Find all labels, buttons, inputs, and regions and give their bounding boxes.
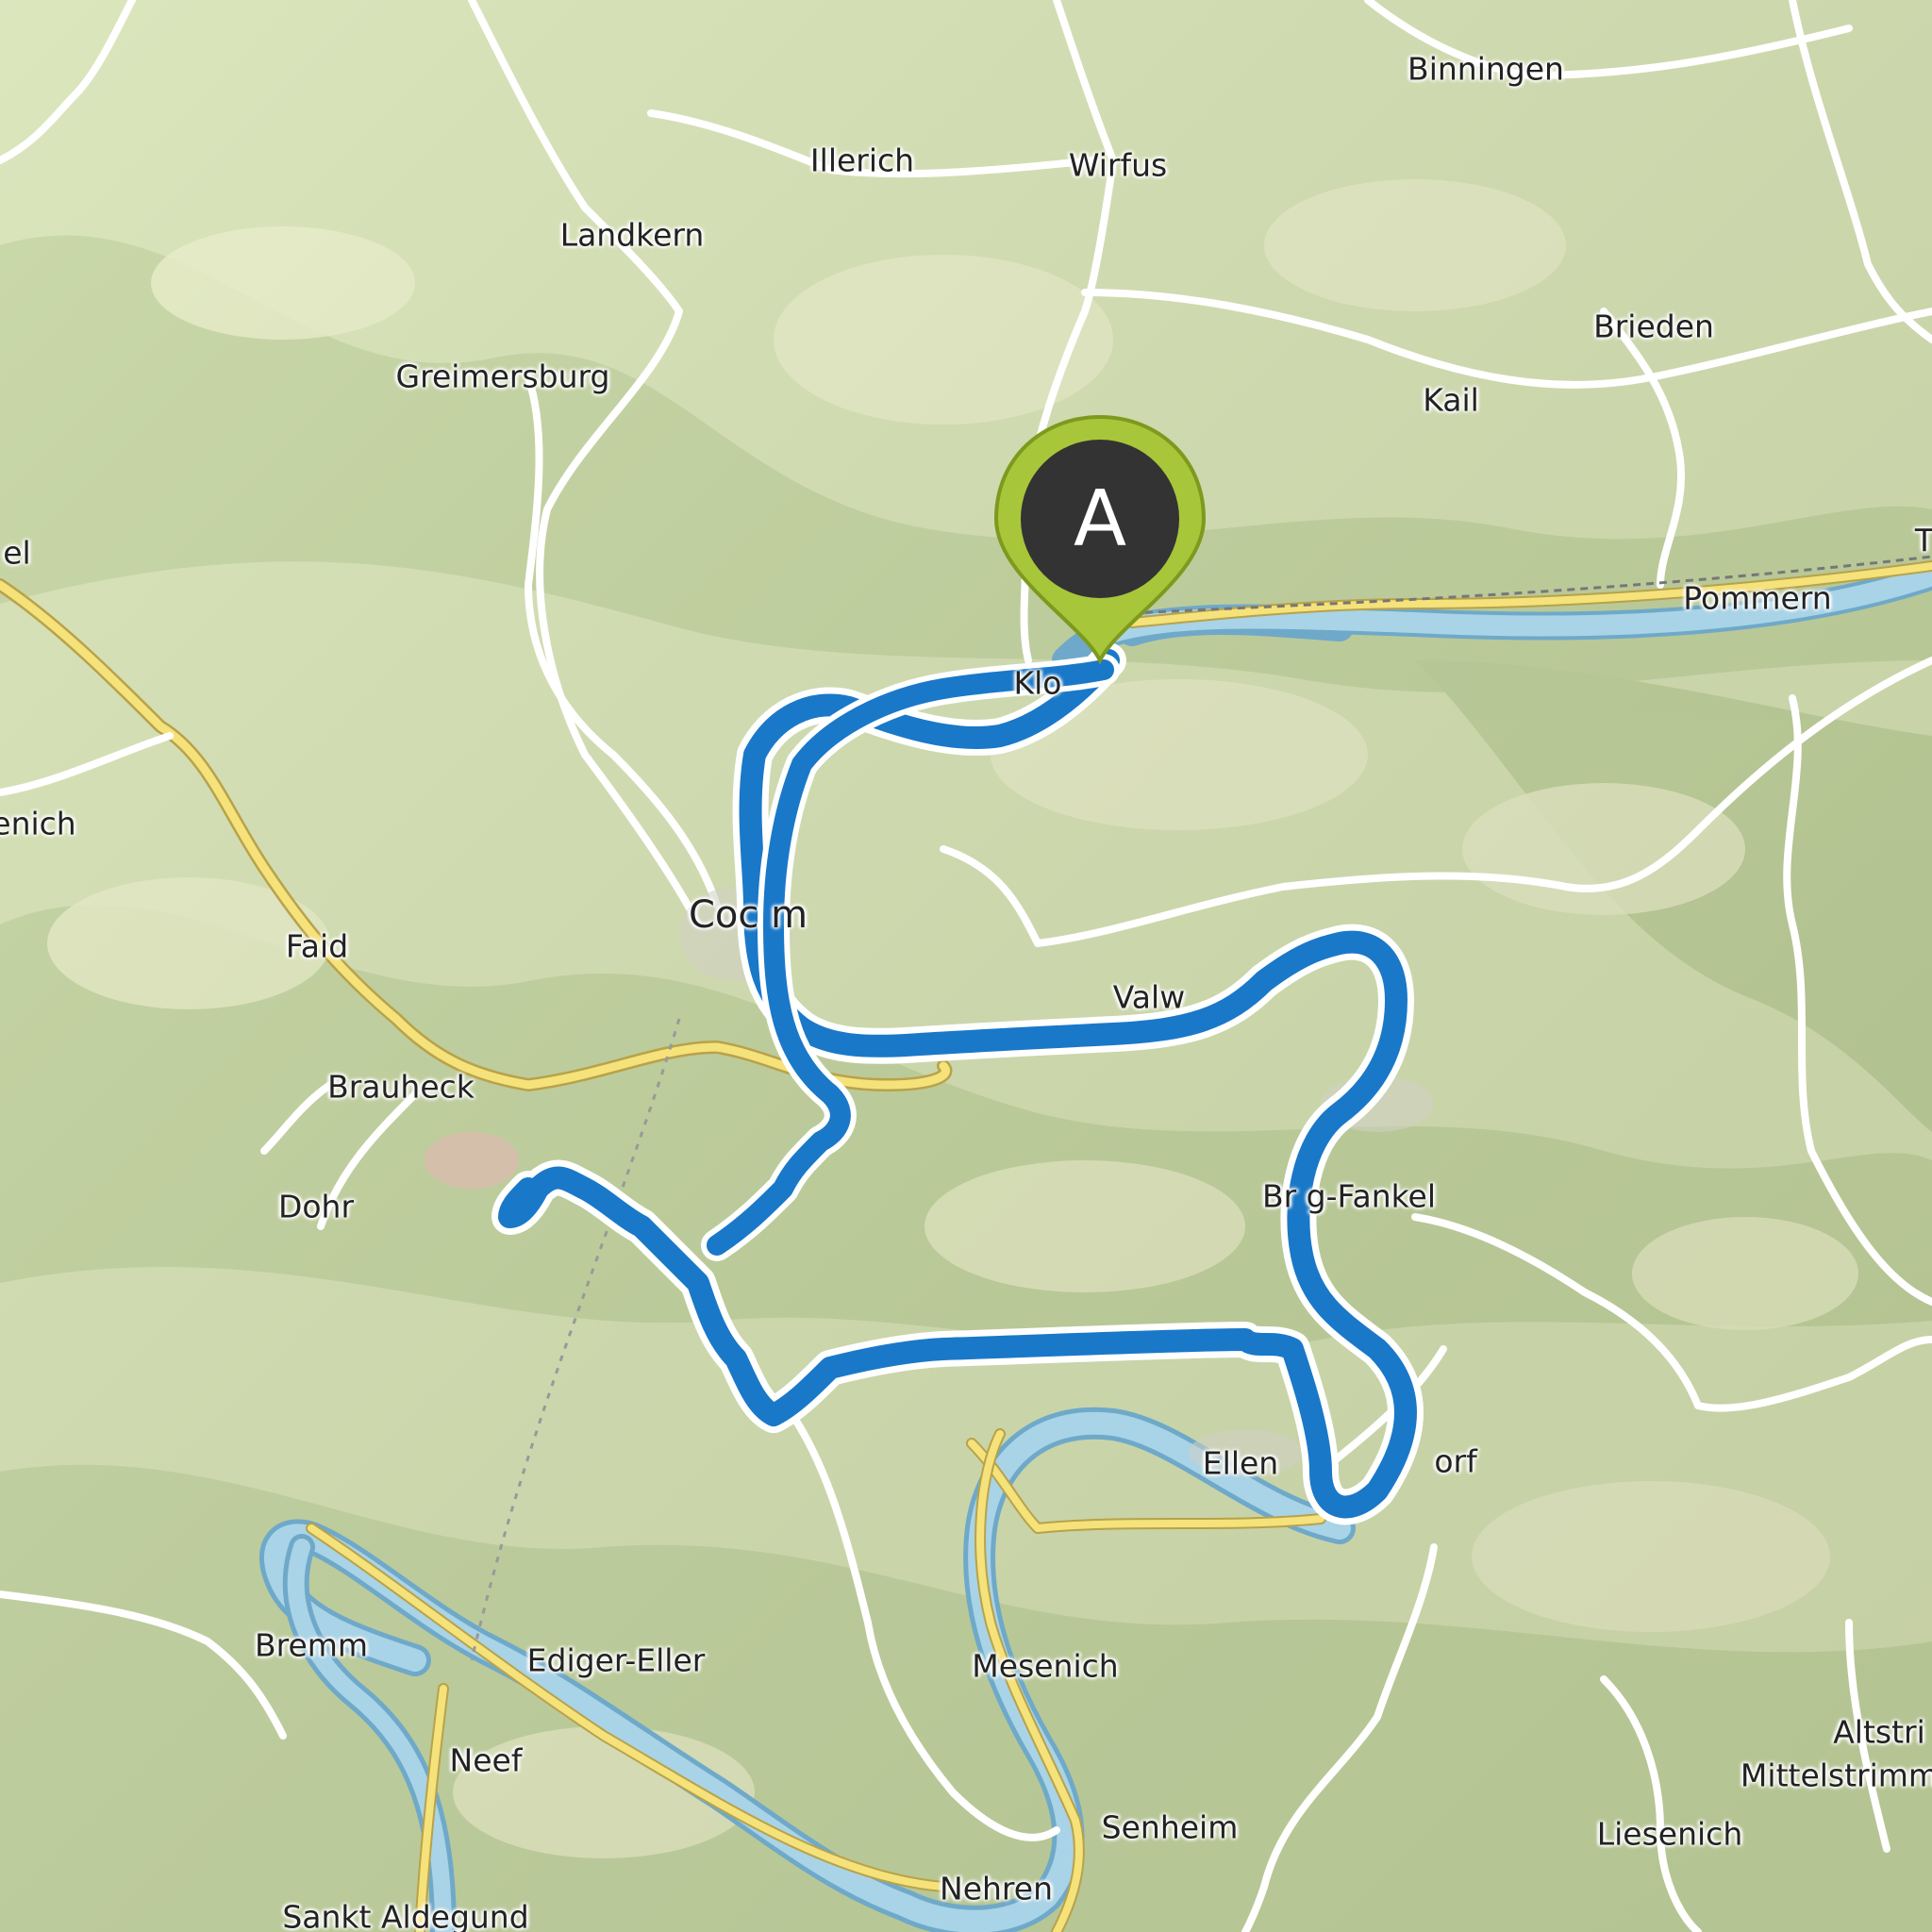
place-label-faid[interactable]: Faid — [286, 928, 348, 965]
place-label-sankt-aldegund[interactable]: Sankt Aldegund — [282, 1899, 528, 1932]
place-label-neef[interactable]: Neef — [450, 1742, 523, 1779]
place-label-t[interactable]: T — [1915, 523, 1932, 559]
place-label-mittelstrimmig[interactable]: Mittelstrimm — [1740, 1757, 1932, 1794]
place-label-senheim[interactable]: Senheim — [1102, 1809, 1239, 1846]
map-canvas[interactable]: A Binningen Illerich Wirfus Landkern Bri… — [0, 0, 1932, 1932]
place-label-bremm[interactable]: Bremm — [255, 1627, 368, 1664]
place-label-ellenz[interactable]: Ellen — [1203, 1445, 1278, 1482]
place-label-nehren[interactable]: Nehren — [940, 1871, 1053, 1907]
place-label-altstrimmig[interactable]: Altstri — [1833, 1714, 1925, 1751]
place-label-landkern[interactable]: Landkern — [560, 217, 705, 254]
place-label-binningen[interactable]: Binningen — [1407, 51, 1564, 88]
place-label-klotten[interactable]: Klo — [1014, 665, 1062, 702]
marker-letter: A — [1074, 475, 1126, 564]
place-label-enich[interactable]: enich — [0, 806, 76, 842]
place-label-illerich[interactable]: Illerich — [810, 142, 914, 179]
place-label-kail[interactable]: Kail — [1423, 382, 1479, 419]
place-label-cochem[interactable]: Coc m — [689, 893, 808, 937]
place-label-ediger-eller[interactable]: Ediger-Eller — [527, 1642, 706, 1679]
place-label-greimersburg[interactable]: Greimersburg — [396, 358, 610, 395]
place-label-mesenich[interactable]: Mesenich — [972, 1648, 1118, 1685]
place-label-valwig[interactable]: Valw — [1113, 979, 1185, 1016]
place-label-bruttig-fankel[interactable]: Br g-Fankel — [1262, 1178, 1436, 1215]
place-label-ellenz-end[interactable]: orf — [1434, 1443, 1476, 1480]
place-label-wirfus[interactable]: Wirfus — [1069, 147, 1167, 184]
place-label-pommern[interactable]: Pommern — [1683, 580, 1831, 617]
place-label-liesenich[interactable]: Liesenich — [1597, 1816, 1743, 1853]
place-label-dohr[interactable]: Dohr — [278, 1189, 354, 1225]
place-label-brieden[interactable]: Brieden — [1593, 308, 1714, 345]
place-label-el[interactable]: el — [3, 535, 30, 572]
place-label-brauheck[interactable]: Brauheck — [327, 1069, 475, 1106]
